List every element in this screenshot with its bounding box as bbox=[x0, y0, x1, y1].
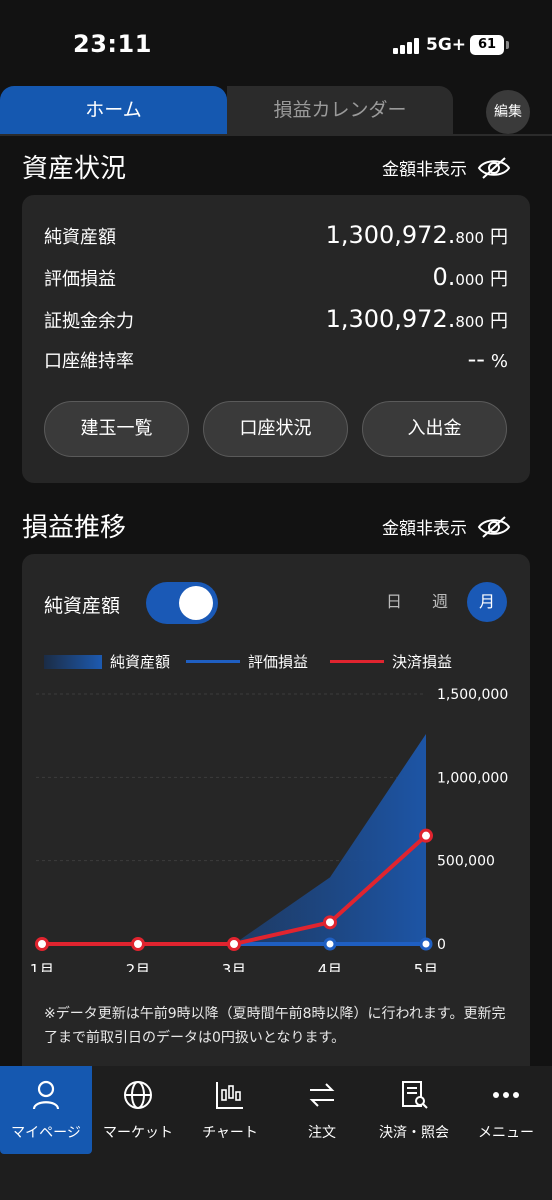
eye-slash-icon bbox=[477, 515, 511, 538]
asset-row-label: 口座維持率 bbox=[44, 351, 134, 372]
nav-order[interactable]: 注文 bbox=[276, 1066, 368, 1154]
legend-realized: 決済損益 bbox=[330, 651, 452, 672]
asset-row-label: 純資産額 bbox=[44, 227, 116, 248]
legend-unrealized: 評価損益 bbox=[186, 651, 308, 672]
realized-pl-point bbox=[35, 937, 49, 951]
nav-label: 注文 bbox=[308, 1125, 336, 1141]
pl-chart: 1,500,000 1,000,000 500,000 0 1月 2月 3月 4月 5月 bbox=[30, 687, 509, 972]
nav-settlement[interactable]: 決済・照会 bbox=[368, 1066, 460, 1154]
nav-label: マーケット bbox=[103, 1125, 173, 1141]
x-tick-label: 5月 bbox=[414, 961, 439, 972]
asset-row: 評価損益 0.000 円 bbox=[44, 263, 508, 303]
asset-row: 証拠金余力 1,300,972.800 円 bbox=[44, 305, 508, 345]
hide-amount-label: 金額非表示 bbox=[382, 519, 467, 539]
nav-label: 決済・照会 bbox=[379, 1125, 449, 1141]
candlestick-icon bbox=[216, 1082, 243, 1109]
globe-icon bbox=[124, 1081, 152, 1109]
legend-line-swatch bbox=[330, 660, 384, 663]
net-assets-switch[interactable] bbox=[146, 582, 218, 624]
y-tick-label: 1,000,000 bbox=[437, 770, 508, 786]
more-dots-icon bbox=[493, 1092, 519, 1098]
period-day-button[interactable]: 日 bbox=[374, 582, 414, 622]
legend-net-assets: 純資産額 bbox=[44, 651, 170, 672]
y-tick-label: 1,500,000 bbox=[437, 687, 508, 703]
legend-label: 評価損益 bbox=[248, 653, 309, 671]
battery-icon: 61 bbox=[470, 35, 504, 55]
y-tick-label: 500,000 bbox=[437, 854, 495, 870]
transfer-arrows-icon bbox=[309, 1083, 335, 1107]
legend-line-swatch bbox=[186, 660, 240, 663]
legend-area-swatch bbox=[44, 654, 102, 669]
nav-chart[interactable]: チャート bbox=[184, 1066, 276, 1154]
account-status-button[interactable]: 口座状況 bbox=[203, 401, 348, 457]
realized-pl-point bbox=[131, 937, 145, 951]
asset-row: 口座維持率 --% bbox=[44, 345, 508, 385]
eye-slash-icon bbox=[477, 156, 511, 179]
assets-title: 資産状況 bbox=[22, 154, 127, 184]
nav-label: チャート bbox=[202, 1125, 258, 1141]
top-tabs: ホーム 損益カレンダー 編集 bbox=[0, 86, 552, 136]
unrealized-pl-point bbox=[419, 937, 433, 951]
legend-label: 純資産額 bbox=[110, 653, 171, 671]
nav-mypage[interactable]: マイページ bbox=[0, 1066, 92, 1154]
x-tick-label: 1月 bbox=[30, 961, 55, 972]
asset-row-label: 評価損益 bbox=[44, 269, 116, 290]
x-tick-label: 4月 bbox=[318, 961, 343, 972]
asset-row-value: 0.000 円 bbox=[432, 263, 508, 291]
realized-pl-point bbox=[227, 937, 241, 951]
period-week-button[interactable]: 週 bbox=[420, 582, 460, 622]
document-search-icon bbox=[402, 1081, 428, 1109]
tab-divider bbox=[0, 134, 552, 136]
assets-card: 純資産額 1,300,972.800 円 評価損益 0.000 円 証拠金余力 1,… bbox=[22, 195, 530, 483]
asset-row-label: 証拠金余力 bbox=[44, 311, 134, 332]
realized-pl-point bbox=[323, 915, 337, 930]
net-assets-toggle-label: 純資産額 bbox=[44, 595, 121, 617]
nav-menu[interactable]: メニュー bbox=[460, 1066, 552, 1154]
y-tick-label: 0 bbox=[437, 937, 446, 953]
edit-button[interactable]: 編集 bbox=[486, 90, 530, 134]
tab-home[interactable]: ホーム bbox=[0, 86, 227, 134]
realized-pl-point bbox=[419, 828, 433, 843]
asset-row: 純資産額 1,300,972.800 円 bbox=[44, 221, 508, 261]
nav-label: マイページ bbox=[11, 1125, 81, 1141]
bottom-nav: マイページ マーケット チャート 注文 決済・照会 メニュー bbox=[0, 1066, 552, 1200]
legend-label: 決済損益 bbox=[392, 653, 453, 671]
period-month-button[interactable]: 月 bbox=[467, 582, 507, 622]
assets-hide-amount-toggle[interactable]: 金額非表示 bbox=[382, 155, 511, 180]
pl-hide-amount-toggle[interactable]: 金額非表示 bbox=[382, 514, 511, 539]
unrealized-pl-point bbox=[323, 937, 337, 951]
pl-card: 純資産額 日 週 月 純資産額 評価損益 決済損益 1,500,000 1,000… bbox=[22, 554, 530, 1066]
network-type: 5G+ bbox=[426, 35, 467, 55]
x-tick-label: 3月 bbox=[222, 961, 247, 972]
signal-icon bbox=[393, 38, 421, 54]
asset-row-value: 1,300,972.800 円 bbox=[325, 305, 508, 333]
net-assets-area bbox=[42, 734, 426, 944]
switch-knob bbox=[179, 586, 213, 620]
asset-row-value: 1,300,972.800 円 bbox=[325, 221, 508, 249]
pl-title: 損益推移 bbox=[22, 513, 127, 543]
battery-tip bbox=[506, 41, 509, 49]
deposit-withdraw-button[interactable]: 入出金 bbox=[362, 401, 507, 457]
asset-row-value: --% bbox=[467, 345, 508, 373]
hide-amount-label: 金額非表示 bbox=[382, 160, 467, 180]
nav-market[interactable]: マーケット bbox=[92, 1066, 184, 1154]
positions-list-button[interactable]: 建玉一覧 bbox=[44, 401, 189, 457]
data-update-note: ※データ更新は午前9時以降（夏時間午前8時以降）に行われます。更新完了まで前取引… bbox=[44, 1006, 506, 1046]
x-tick-label: 2月 bbox=[126, 961, 151, 972]
status-bar: 23:11 5G+ 61 bbox=[0, 0, 552, 86]
person-icon bbox=[32, 1080, 60, 1110]
tab-pl-calendar[interactable]: 損益カレンダー bbox=[227, 86, 453, 134]
status-time: 23:11 bbox=[73, 30, 152, 58]
nav-label: メニュー bbox=[478, 1125, 534, 1141]
